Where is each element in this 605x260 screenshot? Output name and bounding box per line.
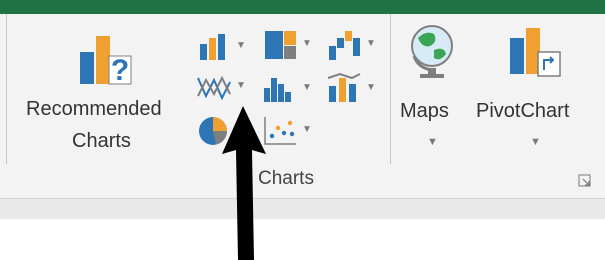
pointer-arrow-icon [222,106,266,260]
